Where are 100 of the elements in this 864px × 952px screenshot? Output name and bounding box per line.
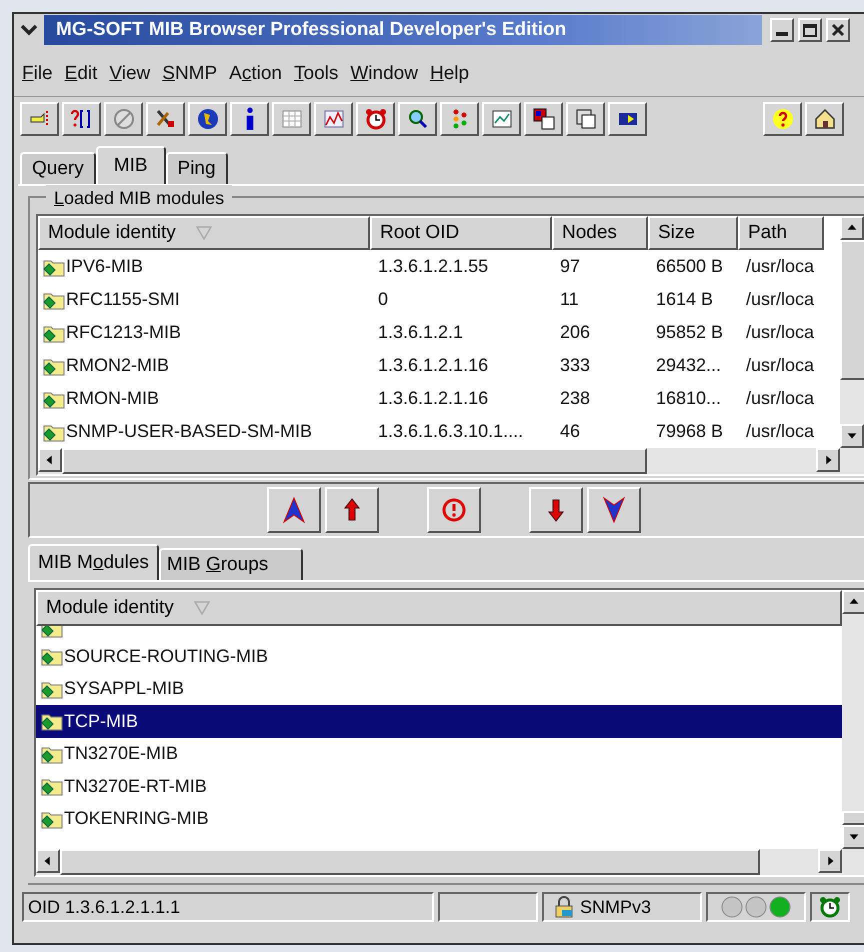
table-cell: /usr/loca: [746, 388, 814, 408]
table-cell: /usr/loca: [746, 355, 814, 375]
table-cell: 97: [560, 256, 580, 276]
move-top-button[interactable]: [267, 487, 321, 533]
chevron-icon: [20, 24, 38, 36]
table-cell: 11: [560, 289, 579, 309]
table-cell: 16810...: [656, 388, 722, 408]
table-cell: 206: [560, 322, 590, 342]
flag-button[interactable]: [608, 102, 647, 136]
list-row[interactable]: TCP-MIB: [36, 705, 842, 738]
table-cell-text: RFC1155-SMI: [66, 288, 180, 311]
menu-item[interactable]: Help: [430, 60, 470, 88]
scroll-thumb[interactable]: [840, 240, 864, 380]
close-button[interactable]: [826, 18, 850, 42]
menu-item[interactable]: SNMP: [162, 60, 218, 88]
column-header[interactable]: Module identity: [36, 590, 842, 626]
minimize-button[interactable]: [770, 18, 794, 42]
tab[interactable]: Query: [20, 152, 96, 184]
pointer-button[interactable]: [20, 102, 59, 136]
magnifier-button[interactable]: [398, 102, 437, 136]
table-cell: /usr/loca: [746, 322, 814, 342]
maximize-icon: [803, 24, 817, 36]
move-down-button[interactable]: [529, 487, 583, 533]
column-header[interactable]: Size: [648, 216, 738, 250]
info-button[interactable]: [230, 102, 269, 136]
status-protocol: SNMPv3: [542, 892, 702, 922]
table-cell: 79968 B: [656, 421, 724, 441]
menu-item[interactable]: Window: [350, 60, 418, 88]
alarm-clock-icon: [818, 895, 842, 919]
chart-button[interactable]: [314, 102, 353, 136]
list-row[interactable]: SYSAPPL-MIB: [36, 672, 842, 705]
tab[interactable]: MIB Modules: [28, 544, 159, 580]
table-cell-text: SNMP-USER-BASED-SM-MIB: [66, 420, 312, 443]
graph-button[interactable]: [482, 102, 521, 136]
table-cell: 1614 B: [656, 289, 714, 309]
horizontal-scrollbar[interactable]: [36, 849, 864, 875]
scroll-thumb[interactable]: [842, 811, 864, 825]
table-button[interactable]: [272, 102, 311, 136]
table-cell: 1.3.6.1.2.1: [378, 322, 464, 342]
table-cell: 333: [560, 355, 590, 375]
move-top-icon: [280, 496, 308, 524]
menu-item[interactable]: Edit: [64, 60, 98, 88]
table-cell: 1.3.6.1.2.1.16: [378, 388, 488, 408]
window-stack-button[interactable]: [566, 102, 605, 136]
vertical-scrollbar[interactable]: [842, 590, 864, 849]
sort-icon: [196, 226, 212, 240]
table-cell-text: IPV6-MIB: [66, 255, 144, 278]
column-header[interactable]: Nodes: [552, 216, 648, 250]
table-cell: /usr/loca: [746, 289, 814, 309]
menu-item[interactable]: View: [109, 60, 150, 88]
menu-item[interactable]: Action: [229, 60, 282, 88]
table-cell-text: RMON2-MIB: [66, 354, 169, 377]
list-row[interactable]: TN3270E-RT-MIB: [36, 770, 842, 802]
list-row[interactable]: TN3270E-MIB: [36, 738, 842, 770]
table-cell: 29432...: [656, 355, 722, 375]
refresh-icon: [440, 496, 468, 524]
info-icon: [244, 106, 254, 130]
table-cell: 1.3.6.1.2.1.16: [378, 355, 488, 375]
table-cell: 1.3.6.1.6.3.10.1....: [378, 421, 524, 441]
move-bottom-icon: [600, 496, 628, 524]
vertical-scrollbar[interactable]: [840, 216, 864, 448]
tab[interactable]: MIB Groups: [158, 548, 303, 580]
table-cell: 66500 B: [656, 256, 724, 276]
window-title: MG-SOFT MIB Browser Professional Developer's Edition: [56, 18, 566, 42]
move-bottom-button[interactable]: [587, 487, 641, 533]
windows-button[interactable]: [524, 102, 563, 136]
refresh-button[interactable]: [427, 487, 481, 533]
menu-item[interactable]: Tools: [294, 60, 338, 88]
tab[interactable]: MIB: [96, 146, 166, 184]
column-header[interactable]: Path: [738, 216, 824, 250]
stop-button[interactable]: [104, 102, 143, 136]
table-cell: 46: [560, 421, 580, 441]
table-cell: 238: [560, 388, 590, 408]
house-button[interactable]: [805, 102, 844, 136]
menu-item[interactable]: File: [22, 60, 53, 88]
globe-button[interactable]: [188, 102, 227, 136]
tools-button[interactable]: [146, 102, 185, 136]
traffic-light-button[interactable]: [440, 102, 479, 136]
table-cell-text: RMON-MIB: [66, 387, 159, 410]
table-cell-text: RFC1213-MIB: [66, 321, 182, 344]
column-header[interactable]: Root OID: [370, 216, 552, 250]
status-oid: OID 1.3.6.1.2.1.1.1: [22, 892, 434, 922]
alarm-clock-button[interactable]: [356, 102, 395, 136]
scroll-thumb[interactable]: [60, 849, 760, 875]
minimize-icon: [776, 32, 788, 36]
table-cell: 1.3.6.1.2.1.55: [378, 256, 488, 276]
tab[interactable]: Ping: [166, 152, 228, 184]
scroll-thumb[interactable]: [62, 448, 647, 474]
sort-icon: [194, 601, 210, 615]
list-row[interactable]: TOKENRING-MIB: [36, 802, 842, 835]
list-row[interactable]: SOURCE-ROUTING-MIB: [36, 640, 842, 672]
table-cell: /usr/loca: [746, 421, 814, 441]
help-button[interactable]: [763, 102, 802, 136]
horizontal-scrollbar[interactable]: [38, 448, 864, 474]
table-cell: /usr/loca: [746, 256, 814, 276]
close-icon: [831, 23, 845, 37]
query-button[interactable]: [62, 102, 101, 136]
column-header[interactable]: Module identity: [38, 216, 370, 250]
maximize-button[interactable]: [798, 18, 822, 42]
move-up-button[interactable]: [325, 487, 379, 533]
